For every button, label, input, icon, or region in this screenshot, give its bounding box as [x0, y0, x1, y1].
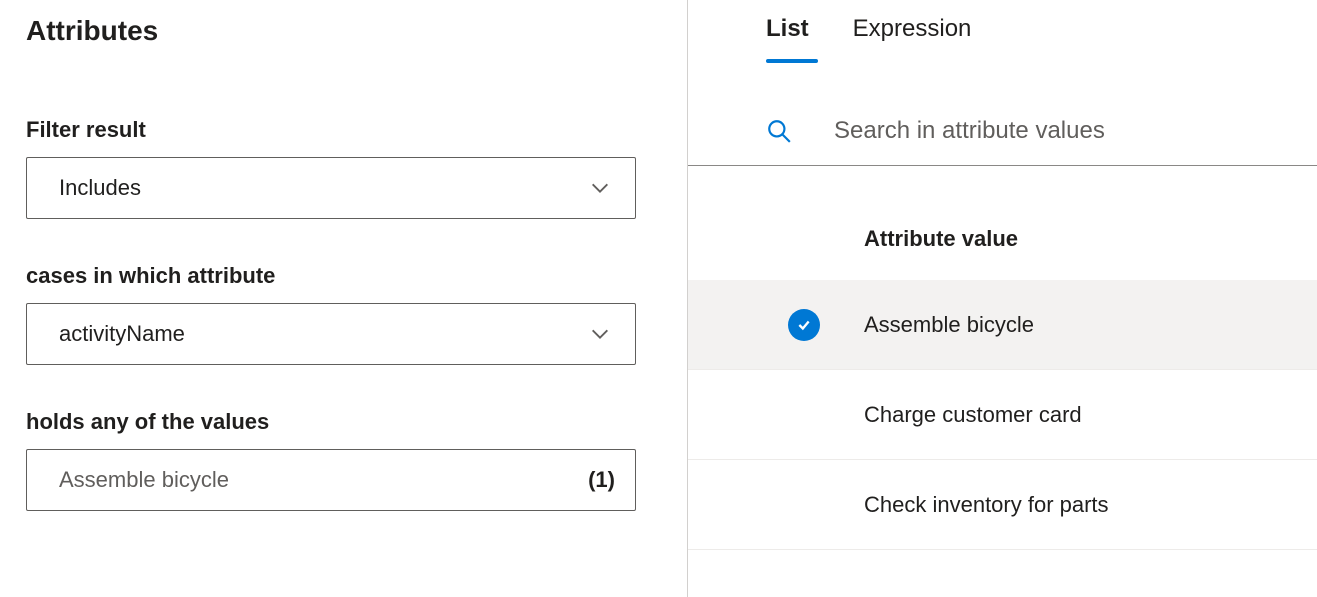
holds-values-input[interactable]: Assemble bicycle (1)	[26, 449, 636, 511]
value-label: Assemble bicycle	[864, 312, 1034, 338]
chevron-down-icon	[589, 323, 611, 345]
search-input[interactable]	[834, 117, 1317, 145]
search-row	[688, 117, 1317, 166]
holds-values-count: (1)	[588, 467, 615, 493]
value-row[interactable]: Assemble bicycle	[688, 280, 1317, 370]
value-row[interactable]: Charge customer card	[688, 370, 1317, 460]
tabs: List Expression	[688, 15, 1317, 63]
tab-list[interactable]: List	[766, 15, 809, 63]
cases-attribute-select[interactable]: activityName	[26, 303, 636, 365]
value-label: Check inventory for parts	[864, 492, 1109, 518]
check-icon	[788, 309, 820, 341]
attribute-value-header: Attribute value	[688, 226, 1317, 252]
filter-result-select[interactable]: Includes	[26, 157, 636, 219]
search-icon	[766, 118, 792, 144]
value-row[interactable]: Check inventory for parts	[688, 460, 1317, 550]
holds-values-text: Assemble bicycle	[59, 467, 229, 493]
panel-title: Attributes	[26, 15, 661, 47]
chevron-down-icon	[589, 177, 611, 199]
filter-result-value: Includes	[59, 175, 141, 201]
value-label: Charge customer card	[864, 402, 1082, 428]
cases-attribute-label: cases in which attribute	[26, 263, 661, 289]
tab-expression[interactable]: Expression	[853, 15, 972, 63]
cases-attribute-value: activityName	[59, 321, 185, 347]
holds-values-label: holds any of the values	[26, 409, 661, 435]
attributes-panel: Attributes Filter result Includes cases …	[0, 0, 688, 597]
filter-result-label: Filter result	[26, 117, 661, 143]
values-panel: List Expression Attribute value Assemble…	[688, 0, 1317, 597]
